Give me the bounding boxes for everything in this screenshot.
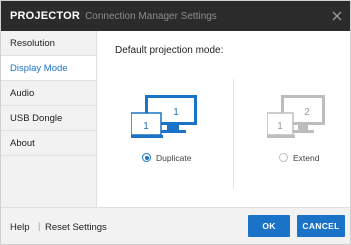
display-mode-panel: Default projection mode: 1 1 Duplicate 2…	[97, 31, 350, 207]
extend-label: Extend	[293, 153, 320, 163]
footer-bar: Help | Reset Settings OK CANCEL	[1, 207, 350, 244]
sidebar-item-display-mode[interactable]: Display Mode	[1, 56, 96, 81]
sidebar-item-about[interactable]: About	[1, 131, 96, 156]
panel-title: Default projection mode:	[115, 45, 224, 56]
ok-button[interactable]: OK	[248, 215, 290, 237]
extend-radio[interactable]	[279, 153, 288, 162]
title-bar: PROJECTOR Connection Manager Settings	[1, 1, 350, 31]
extend-screen-1-number: 1	[277, 121, 283, 132]
sidebar: Resolution Display Mode Audio USB Dongle…	[1, 31, 97, 207]
cancel-button[interactable]: CANCEL	[297, 215, 345, 237]
extend-option[interactable]: 2 1 Extend	[267, 93, 339, 173]
extend-screen-2-number: 2	[304, 107, 310, 118]
sidebar-item-resolution[interactable]: Resolution	[1, 31, 96, 56]
duplicate-option[interactable]: 1 1 Duplicate	[131, 93, 203, 173]
duplicate-label: Duplicate	[156, 153, 192, 163]
close-icon[interactable]	[330, 9, 344, 23]
duplicate-screen-2-number: 1	[173, 107, 179, 118]
settings-window: PROJECTOR Connection Manager Settings Re…	[0, 0, 351, 245]
duplicate-screen-1-number: 1	[143, 121, 149, 132]
footer-separator: |	[38, 221, 41, 231]
duplicate-display-icon: 1 1	[131, 95, 197, 138]
app-name: PROJECTOR	[10, 10, 81, 22]
extend-display-icon: 2 1	[267, 95, 325, 138]
window-title: Connection Manager Settings	[85, 10, 217, 22]
option-divider	[233, 79, 234, 189]
sidebar-item-usb-dongle[interactable]: USB Dongle	[1, 106, 96, 131]
sidebar-item-audio[interactable]: Audio	[1, 81, 96, 106]
reset-settings-link[interactable]: Reset Settings	[45, 222, 107, 233]
duplicate-radio[interactable]	[142, 153, 151, 162]
help-link[interactable]: Help	[10, 222, 30, 233]
